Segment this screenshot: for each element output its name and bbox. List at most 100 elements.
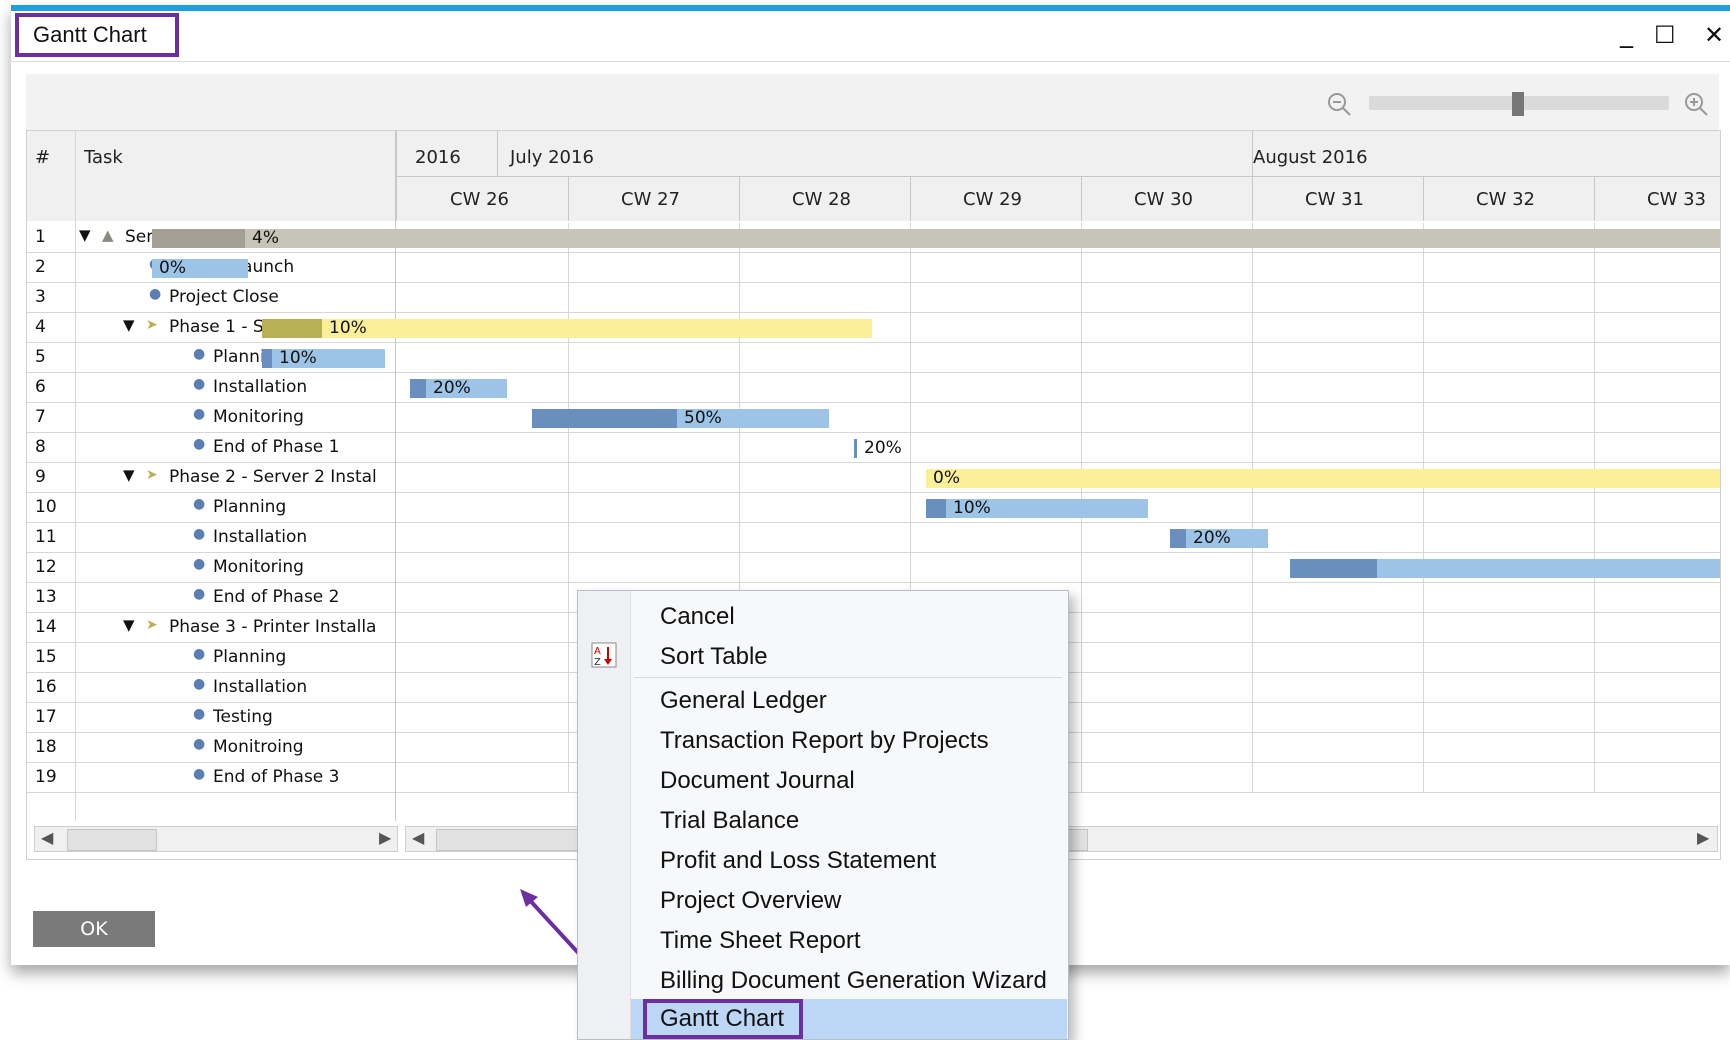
task-dot-icon: ●	[193, 586, 206, 602]
row-number: 9	[35, 467, 46, 487]
week-label: CW 32	[1476, 189, 1535, 210]
row-number: 19	[35, 767, 57, 787]
task-bar-done[interactable]	[532, 409, 677, 428]
project-bar[interactable]	[245, 229, 1720, 248]
row-number: 16	[35, 677, 57, 697]
num-column-header: #	[27, 131, 75, 221]
zoom-out-icon[interactable]	[1326, 91, 1352, 117]
week-label: CW 26	[450, 189, 509, 210]
menu-item-sort-table[interactable]: Sort Table	[660, 643, 768, 671]
expand-arrow-icon[interactable]: ▼	[123, 316, 135, 334]
row-divider	[27, 312, 1720, 313]
menu-item-general-ledger[interactable]: General Ledger	[660, 687, 827, 715]
scroll-left-arrow[interactable]: ◀	[41, 828, 53, 847]
week-divider	[739, 176, 740, 221]
menu-item-transaction-report-by-projects[interactable]: Transaction Report by Projects	[660, 727, 989, 755]
task-name[interactable]: Phase 3 - Printer Installa	[169, 617, 391, 637]
task-bar-done[interactable]	[854, 439, 857, 458]
row-number: 4	[35, 317, 46, 337]
row-number: 8	[35, 437, 46, 457]
task-dot-icon: ●	[193, 406, 206, 422]
menu-item-time-sheet-report[interactable]: Time Sheet Report	[660, 927, 861, 955]
row-divider	[27, 522, 1720, 523]
row-number: 15	[35, 647, 57, 667]
week-label: CW 31	[1305, 189, 1364, 210]
zoom-in-icon[interactable]	[1683, 91, 1709, 117]
task-name[interactable]: Monitroing	[213, 737, 391, 757]
close-button[interactable]: ✕	[1704, 21, 1724, 49]
week-divider	[1423, 176, 1424, 221]
bar-percent-label: 0%	[159, 258, 186, 278]
row-divider	[27, 492, 1720, 493]
bar-percent-label: 10%	[279, 348, 317, 368]
task-name[interactable]: End of Phase 2	[213, 587, 391, 607]
task-bar-done[interactable]	[1170, 529, 1186, 548]
menu-item-project-overview[interactable]: Project Overview	[660, 887, 841, 915]
scroll-thumb[interactable]	[67, 829, 157, 851]
row-divider	[27, 342, 1720, 343]
task-bar[interactable]	[1377, 559, 1720, 578]
project-bar-done[interactable]	[152, 229, 245, 248]
menu-item-document-journal[interactable]: Document Journal	[660, 767, 855, 795]
svg-text:Z: Z	[594, 657, 601, 668]
bar-percent-label: 0%	[933, 468, 960, 488]
task-column-header[interactable]: Task	[75, 131, 395, 221]
minimize-button[interactable]: _	[1620, 19, 1633, 49]
scroll-right-arrow[interactable]: ▶	[379, 828, 391, 847]
task-scrollbar[interactable]: ◀ ▶	[34, 826, 398, 852]
phase-bar-done[interactable]	[262, 319, 322, 338]
task-bar-done[interactable]	[410, 379, 426, 398]
zoom-slider-thumb[interactable]	[1512, 92, 1524, 116]
task-bar-done[interactable]	[1290, 559, 1377, 578]
week-label: CW 33	[1647, 189, 1706, 210]
week-divider	[910, 176, 911, 221]
row-number: 18	[35, 737, 57, 757]
task-name[interactable]: Planning	[213, 647, 391, 667]
maximize-button[interactable]: ☐	[1654, 21, 1676, 49]
task-name[interactable]: Planning	[213, 497, 391, 517]
week-divider	[1081, 176, 1082, 221]
phase-icon: ➤	[146, 317, 158, 333]
task-bar-done[interactable]	[262, 349, 272, 368]
menu-item-profit-and-loss-statement[interactable]: Profit and Loss Statement	[660, 847, 936, 875]
task-name[interactable]: Installation	[213, 677, 391, 697]
row-number: 14	[35, 617, 57, 637]
ok-button[interactable]: OK	[33, 911, 155, 947]
week-label: CW 27	[621, 189, 680, 210]
task-bar-done[interactable]	[926, 499, 946, 518]
timeline-scroll-right-arrow[interactable]: ▶	[1697, 828, 1709, 847]
week-label: CW 29	[963, 189, 1022, 210]
year-label: 2016	[415, 147, 461, 168]
timeline-scroll-left-arrow[interactable]: ◀	[412, 828, 424, 847]
expand-arrow-icon[interactable]: ▼	[79, 226, 91, 244]
menu-item-trial-balance[interactable]: Trial Balance	[660, 807, 799, 835]
task-dot-icon: ●	[193, 766, 206, 782]
bar-percent-label: 10%	[329, 318, 367, 338]
task-name[interactable]: Monitoring	[213, 407, 391, 427]
expand-arrow-icon[interactable]: ▼	[123, 616, 135, 634]
task-name[interactable]: End of Phase 1	[213, 437, 391, 457]
task-name[interactable]: Phase 2 - Server 2 Instal	[169, 467, 391, 487]
task-name[interactable]: End of Phase 3	[213, 767, 391, 787]
row-divider	[27, 582, 1720, 583]
sort-az-icon: A Z	[591, 642, 617, 668]
bar-percent-label: 20%	[864, 438, 902, 458]
phase-bar[interactable]	[926, 469, 1720, 488]
task-name[interactable]: Installation	[213, 377, 391, 397]
row-number: 1	[35, 227, 46, 247]
menu-item-billing-document-generation-wizard[interactable]: Billing Document Generation Wizard	[660, 967, 1047, 995]
task-name[interactable]: Project Close	[169, 287, 391, 307]
menu-item-cancel[interactable]: Cancel	[660, 603, 735, 631]
header-divider	[1252, 131, 1253, 176]
task-dot-icon: ●	[193, 496, 206, 512]
year-label: August 2016	[1253, 147, 1368, 168]
task-name[interactable]: Testing	[213, 707, 391, 727]
week-gridline	[1423, 223, 1424, 793]
row-number: 3	[35, 287, 46, 307]
header-divider	[397, 176, 1720, 177]
task-name[interactable]: Monitoring	[213, 557, 391, 577]
task-dot-icon: ●	[193, 736, 206, 752]
phase-bar[interactable]	[322, 319, 872, 338]
task-name[interactable]: Installation	[213, 527, 391, 547]
expand-arrow-icon[interactable]: ▼	[123, 466, 135, 484]
